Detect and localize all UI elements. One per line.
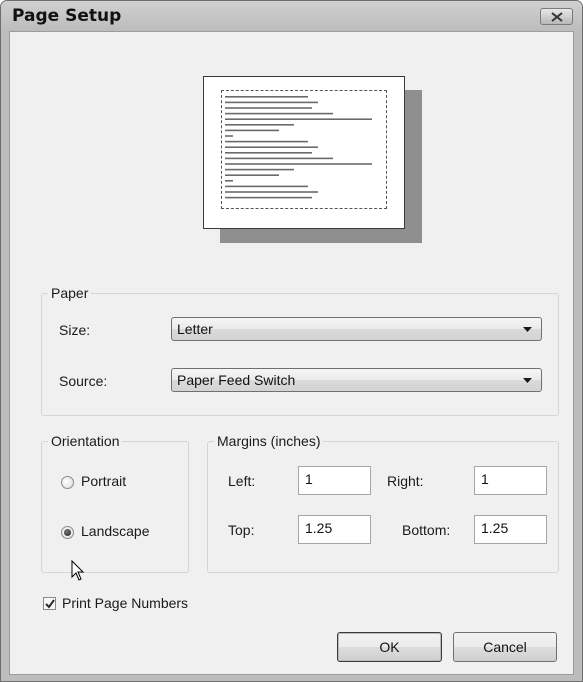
preview-text-line [225,185,308,188]
portrait-label[interactable]: Portrait [81,473,126,489]
preview-text-line [225,107,312,109]
preview-text-line [225,118,372,120]
size-value: Letter [177,321,213,337]
checkmark-icon [45,599,55,609]
chevron-down-icon [523,327,532,332]
preview-text-line [225,129,279,132]
source-label: Source: [59,373,108,389]
top-margin-label: Top: [228,522,255,538]
preview-text-line [225,140,308,143]
print-page-numbers-checkbox[interactable] [43,597,56,610]
title-bar[interactable]: Page Setup [1,1,582,31]
preview-text-line [225,112,333,115]
paper-group: Paper [41,285,559,416]
preview-text-line [225,174,279,176]
mouse-pointer-icon [71,560,85,581]
page-setup-dialog: Page Setup Paper Size: Letter Source: Pa… [0,0,583,682]
left-margin-input[interactable]: 1 [298,466,371,495]
page-preview-text-lines [225,96,372,199]
page-preview [203,76,405,229]
close-button[interactable] [540,8,573,25]
landscape-label[interactable]: Landscape [81,523,150,539]
size-dropdown[interactable]: Letter [171,317,542,341]
orientation-group: Orientation [41,433,189,573]
bottom-margin-input[interactable]: 1.25 [474,515,547,544]
dialog-title: Page Setup [12,6,122,26]
preview-text-line [225,146,318,148]
cancel-button[interactable]: Cancel [453,632,557,662]
orientation-legend: Orientation [51,433,120,449]
margins-legend: Margins (inches) [217,433,321,449]
preview-text-line [225,180,233,182]
right-margin-label: Right: [387,473,424,489]
print-page-numbers-label[interactable]: Print Page Numbers [62,595,188,611]
dialog-body: Paper Size: Letter Source: Paper Feed Sw… [9,31,574,675]
preview-text-line [225,135,233,137]
preview-text-line [225,191,318,193]
size-label: Size: [59,322,91,338]
ok-button[interactable]: OK [337,632,442,662]
source-value: Paper Feed Switch [177,372,296,388]
preview-text-line [225,101,318,104]
close-icon [551,12,563,22]
margins-group: Margins (inches) [207,433,559,573]
landscape-radio[interactable] [61,526,74,539]
chevron-down-icon [523,378,532,383]
preview-text-line [225,96,308,98]
preview-text-line [225,163,372,165]
preview-text-line [225,196,312,199]
bottom-margin-label: Bottom: [402,522,451,538]
page-preview-margin-guide [221,90,387,209]
preview-text-line [225,157,333,160]
preview-text-line [225,152,312,154]
preview-text-line [225,124,294,126]
right-margin-input[interactable]: 1 [474,466,547,495]
portrait-radio[interactable] [61,476,74,489]
top-margin-input[interactable]: 1.25 [298,515,371,544]
paper-legend: Paper [51,285,89,301]
left-margin-label: Left: [228,473,256,489]
source-dropdown[interactable]: Paper Feed Switch [171,368,542,392]
preview-text-line [225,168,294,171]
